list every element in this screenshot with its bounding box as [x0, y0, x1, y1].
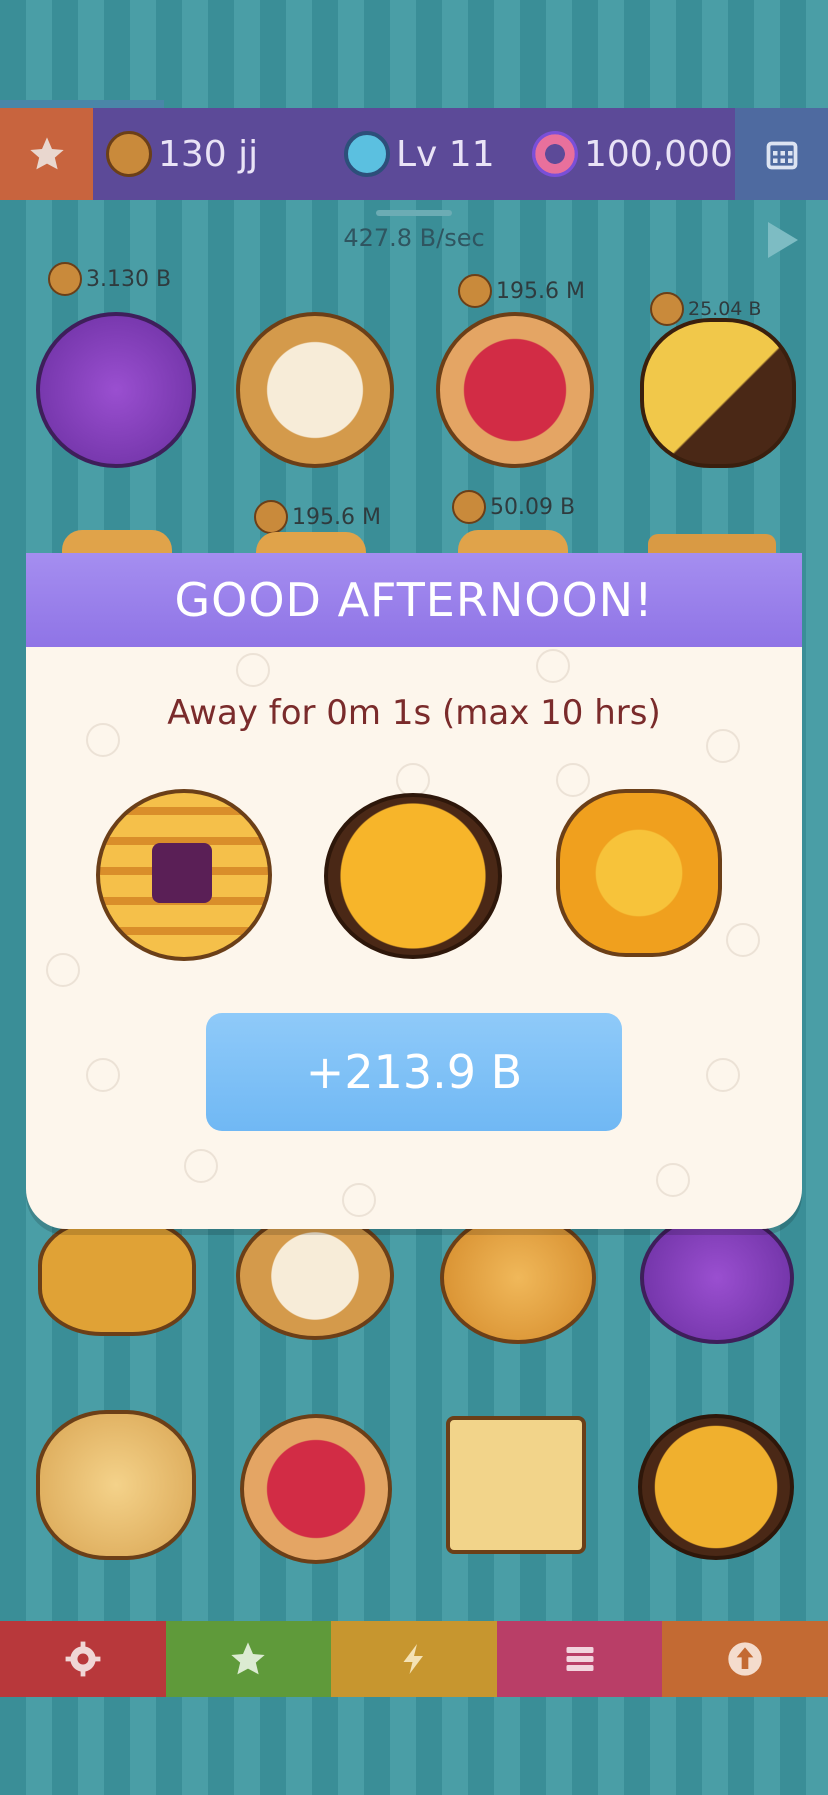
donut-count-value: 100,000	[584, 133, 733, 175]
jam-cookie[interactable]	[240, 1414, 392, 1564]
cookie-icon	[458, 274, 492, 308]
star-icon	[231, 1642, 266, 1675]
menu-icon	[566, 1647, 594, 1671]
cookie-icon	[254, 500, 288, 534]
flower-cookie[interactable]	[38, 1218, 196, 1336]
tab-upgrade[interactable]	[662, 1621, 828, 1697]
cookie-value-label: 195.6 M	[254, 500, 381, 534]
drag-handle[interactable]	[376, 210, 452, 216]
level-progress-bar	[0, 100, 164, 108]
swirl-cookie[interactable]	[236, 1212, 394, 1340]
cookie-value-label: 3.130 B	[48, 262, 171, 296]
donut-count: 100,000	[532, 108, 733, 200]
welcome-back-dialog: GOOD AFTERNOON! Away for 0m 1s (max 10 h…	[26, 553, 802, 1229]
cookie-count: 130 jj	[106, 108, 258, 200]
gear-icon	[65, 1641, 101, 1677]
swirl-cookie[interactable]	[236, 312, 394, 468]
lattice-pie-cookie	[96, 789, 272, 961]
cookie-icon	[106, 131, 152, 177]
chocolate-chip-cookie[interactable]	[36, 1410, 196, 1560]
play-icon[interactable]	[768, 222, 798, 258]
away-duration-text: Away for 0m 1s (max 10 hrs)	[167, 693, 661, 733]
star-icon	[29, 137, 64, 170]
cookie-icon	[452, 490, 486, 524]
cookie-value-label: 50.09 B	[452, 490, 575, 524]
jam-cookie[interactable]	[436, 312, 594, 468]
square-cookie[interactable]	[446, 1416, 586, 1554]
flower-cookie	[556, 789, 722, 957]
cookie-count-value: 130 jj	[158, 133, 259, 175]
upgrade-arrow-icon	[728, 1642, 762, 1676]
lightning-icon	[403, 1644, 423, 1674]
cookie-value-label: 195.6 M	[458, 274, 585, 308]
caramel-cookie[interactable]	[638, 1414, 794, 1560]
tab-menu[interactable]	[496, 1621, 663, 1697]
tab-achievements[interactable]	[165, 1621, 332, 1697]
collect-reward-button[interactable]: +213.9 B	[206, 1013, 622, 1131]
purple-star-cookie[interactable]	[36, 312, 196, 468]
frosted-cookie[interactable]	[640, 318, 796, 468]
production-rate: 427.8 B/sec	[343, 224, 485, 252]
favorites-button[interactable]	[0, 108, 93, 200]
tab-settings[interactable]	[0, 1621, 166, 1697]
top-bar: 130 jj Lv 11 100,000	[0, 100, 828, 200]
level-indicator: Lv 11	[344, 108, 495, 200]
calendar-icon	[766, 141, 797, 170]
donut-icon	[532, 131, 578, 177]
calendar-button[interactable]	[735, 108, 828, 200]
purple-star-cookie[interactable]	[640, 1212, 794, 1344]
dialog-title: GOOD AFTERNOON!	[26, 553, 802, 647]
cookie-icon	[650, 292, 684, 326]
butter-swirl-cookie[interactable]	[440, 1212, 596, 1344]
level-badge-icon	[344, 131, 390, 177]
tab-boosts[interactable]	[331, 1621, 497, 1697]
caramel-cookie	[324, 793, 502, 959]
bottom-nav	[0, 1621, 828, 1697]
level-value: Lv 11	[396, 133, 495, 175]
cookie-icon	[48, 262, 82, 296]
